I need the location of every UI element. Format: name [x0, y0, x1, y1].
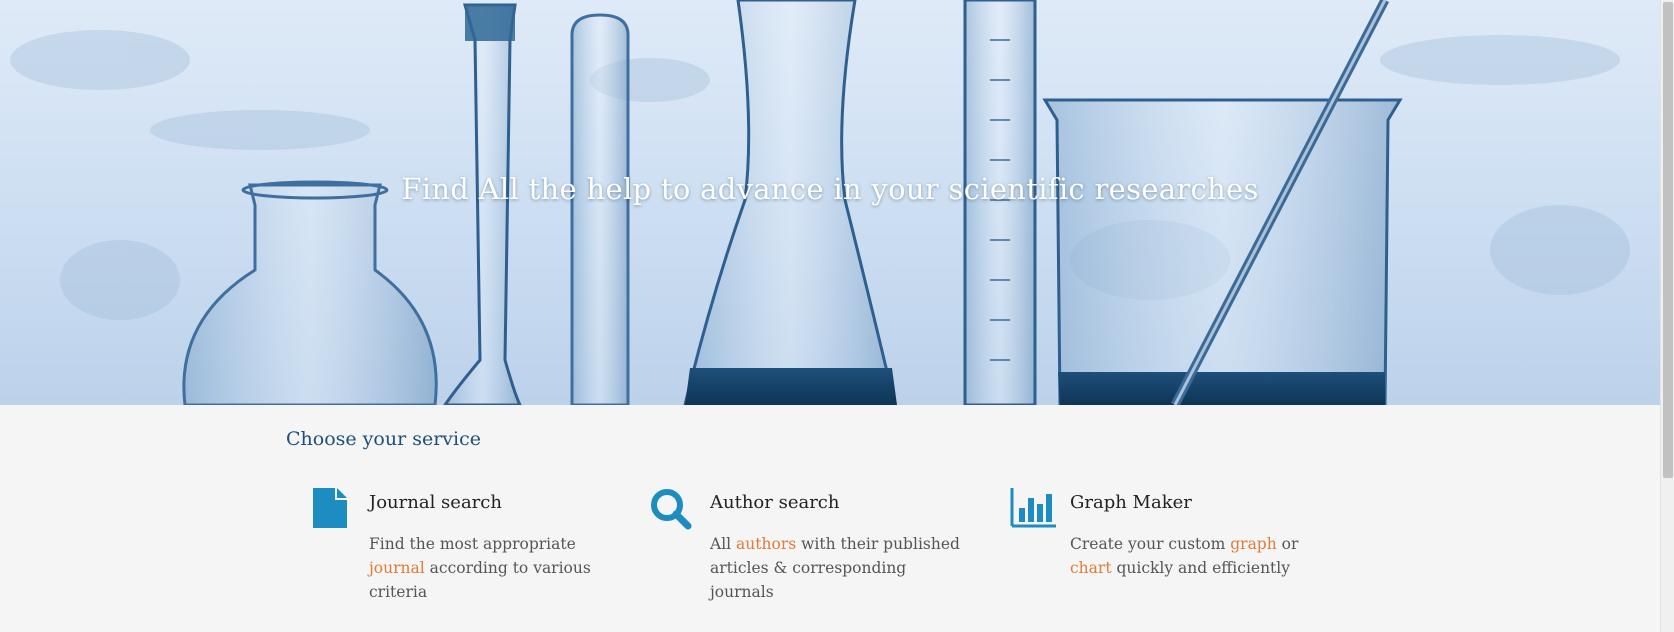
hero-title: Find All the help to advance in your sci… [401, 172, 1259, 206]
section-heading: Choose your service [286, 428, 481, 450]
service-description: All authors with their published article… [710, 535, 960, 601]
highlight-journal: journal [369, 559, 425, 577]
vertical-scrollbar[interactable] [1660, 0, 1674, 632]
search-icon [651, 489, 692, 530]
scrollbar-thumb[interactable] [1663, 2, 1673, 478]
service-title[interactable]: Journal search [369, 492, 502, 513]
page: Find All the help to advance in your sci… [0, 0, 1660, 632]
highlight-authors: authors [736, 535, 797, 553]
hero-banner: Find All the help to advance in your sci… [0, 0, 1660, 405]
document-icon [313, 488, 347, 528]
service-title[interactable]: Graph Maker [1070, 492, 1192, 513]
highlight-graph: graph [1230, 535, 1277, 553]
bar-chart-icon [1010, 488, 1056, 528]
service-title[interactable]: Author search [710, 492, 839, 513]
service-description: Create your custom graph or chart quickl… [1070, 535, 1299, 577]
service-description: Find the most appropriate journal accord… [369, 535, 591, 601]
highlight-chart: chart [1070, 559, 1112, 577]
